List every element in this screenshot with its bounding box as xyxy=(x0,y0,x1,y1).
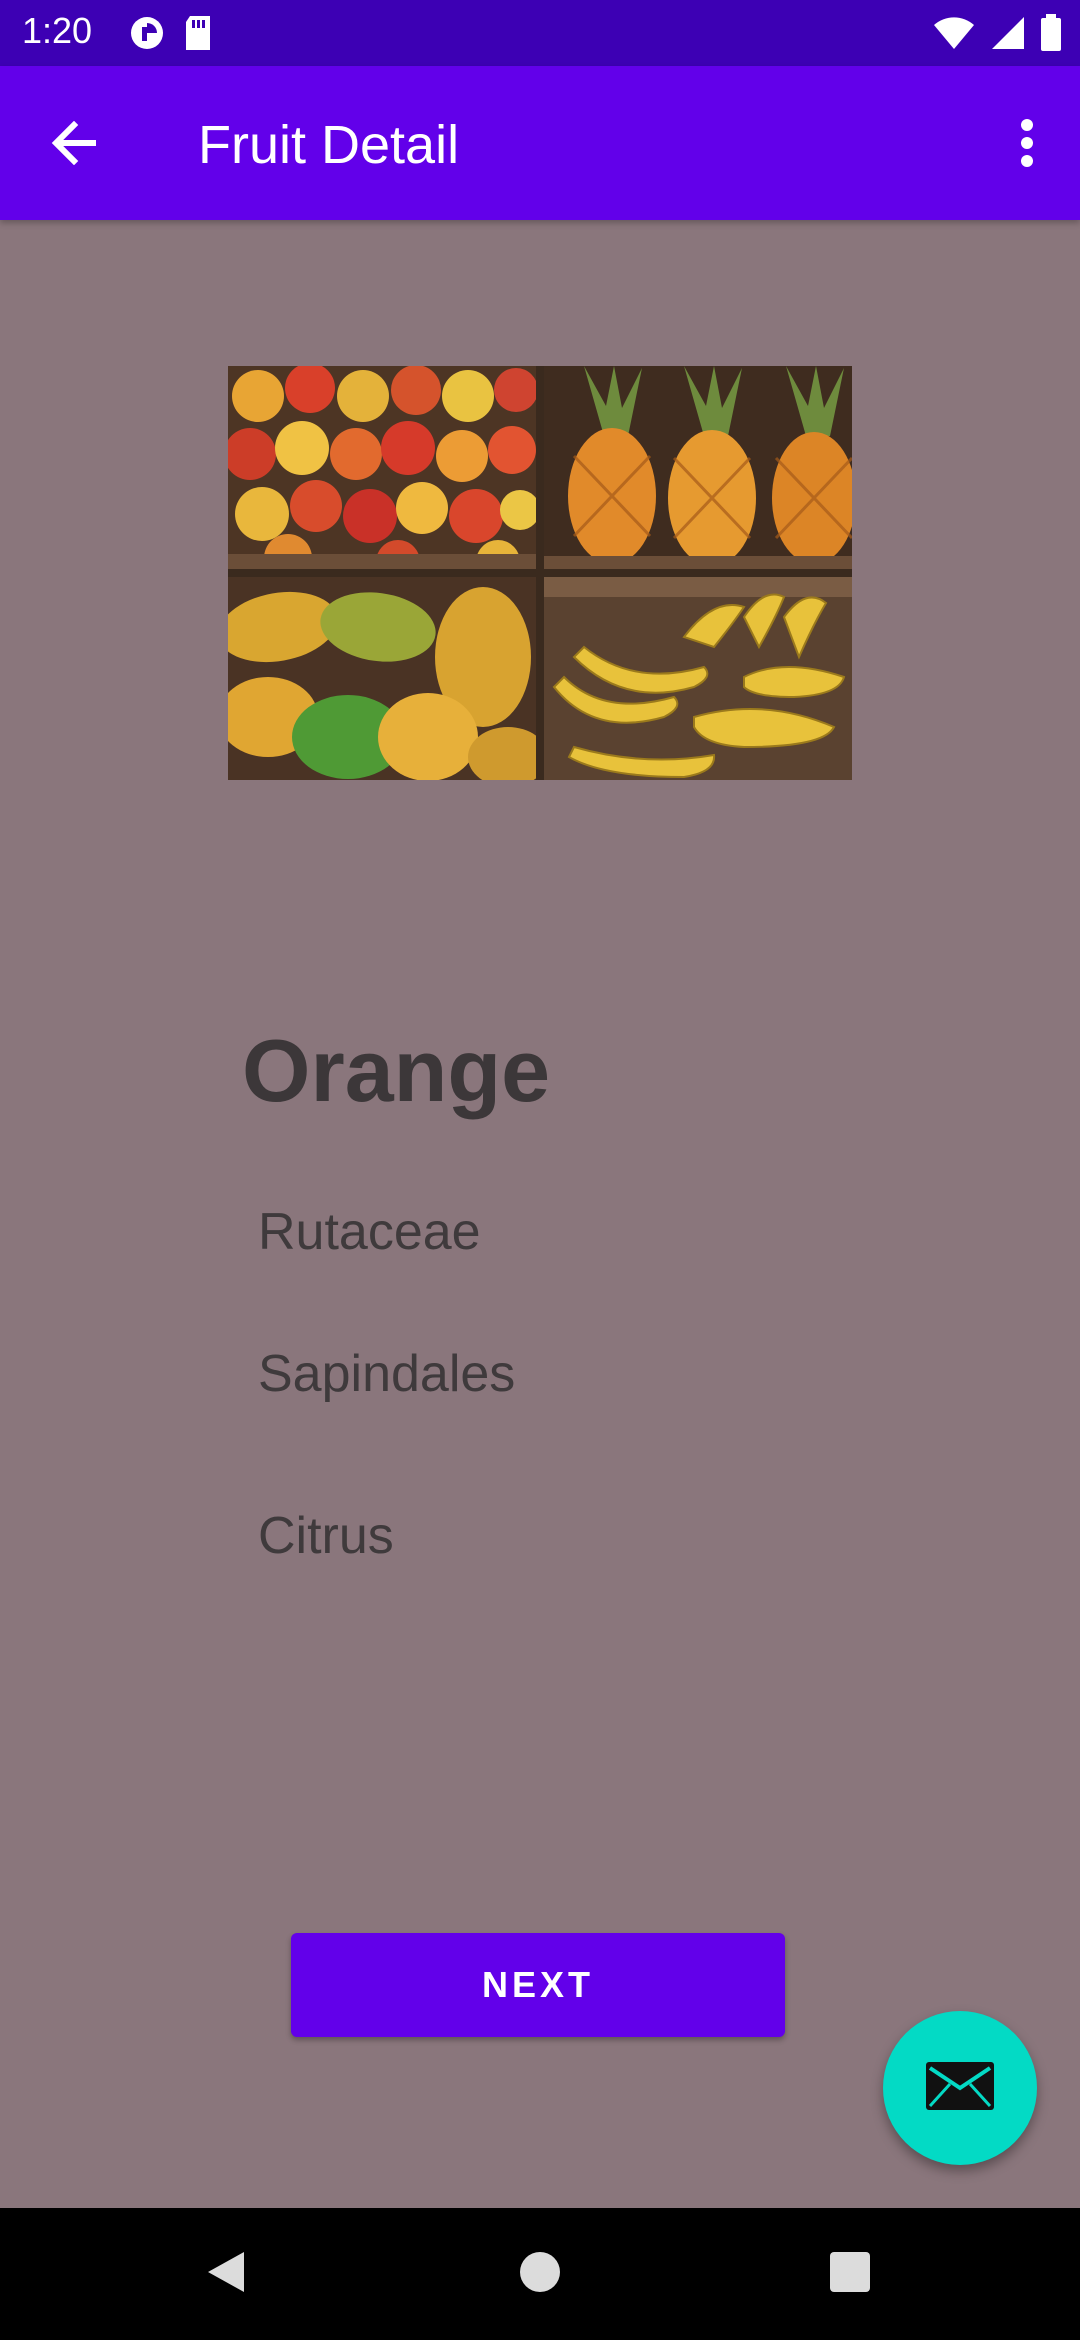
papayas-crate xyxy=(228,577,536,780)
fruit-image xyxy=(228,366,852,780)
status-right-icons xyxy=(932,14,1062,57)
more-vert-icon xyxy=(1020,118,1034,173)
system-nav-bar xyxy=(0,2208,1080,2340)
nav-home-button[interactable] xyxy=(510,2244,570,2304)
nav-recents-icon xyxy=(828,2250,872,2299)
apples-crate xyxy=(228,366,536,569)
nav-back-button[interactable] xyxy=(196,2244,256,2304)
nav-recents-button[interactable] xyxy=(820,2244,880,2304)
fruit-order: Sapindales xyxy=(258,1345,516,1403)
next-button[interactable]: NEXT xyxy=(291,1933,785,2037)
fruit-genus: Citrus xyxy=(258,1507,394,1565)
battery-icon xyxy=(1040,14,1062,57)
nav-back-icon xyxy=(204,2248,248,2301)
email-fab[interactable] xyxy=(883,2011,1037,2165)
bananas-crate xyxy=(544,577,852,780)
app-title: Fruit Detail xyxy=(198,115,460,175)
status-left-icons xyxy=(128,14,214,57)
content-area: Orange Rutaceae Sapindales Citrus NEXT xyxy=(0,220,1080,2208)
status-bar: 1:20 xyxy=(0,0,1080,66)
wifi-icon xyxy=(932,15,976,56)
email-icon xyxy=(926,2061,994,2115)
app-bar: Fruit Detail xyxy=(0,66,1080,220)
nav-home-icon xyxy=(518,2250,562,2299)
arrow-back-icon xyxy=(50,120,100,170)
fruit-family: Rutaceae xyxy=(258,1203,481,1261)
data-saver-icon xyxy=(128,14,166,57)
sd-card-icon xyxy=(182,14,214,57)
pineapples-crate xyxy=(544,366,852,569)
cellular-signal-icon xyxy=(990,15,1026,56)
back-button[interactable] xyxy=(40,110,110,180)
status-time: 1:20 xyxy=(22,10,93,51)
overflow-menu-button[interactable] xyxy=(992,110,1062,180)
fruit-name: Orange xyxy=(242,1021,551,1120)
